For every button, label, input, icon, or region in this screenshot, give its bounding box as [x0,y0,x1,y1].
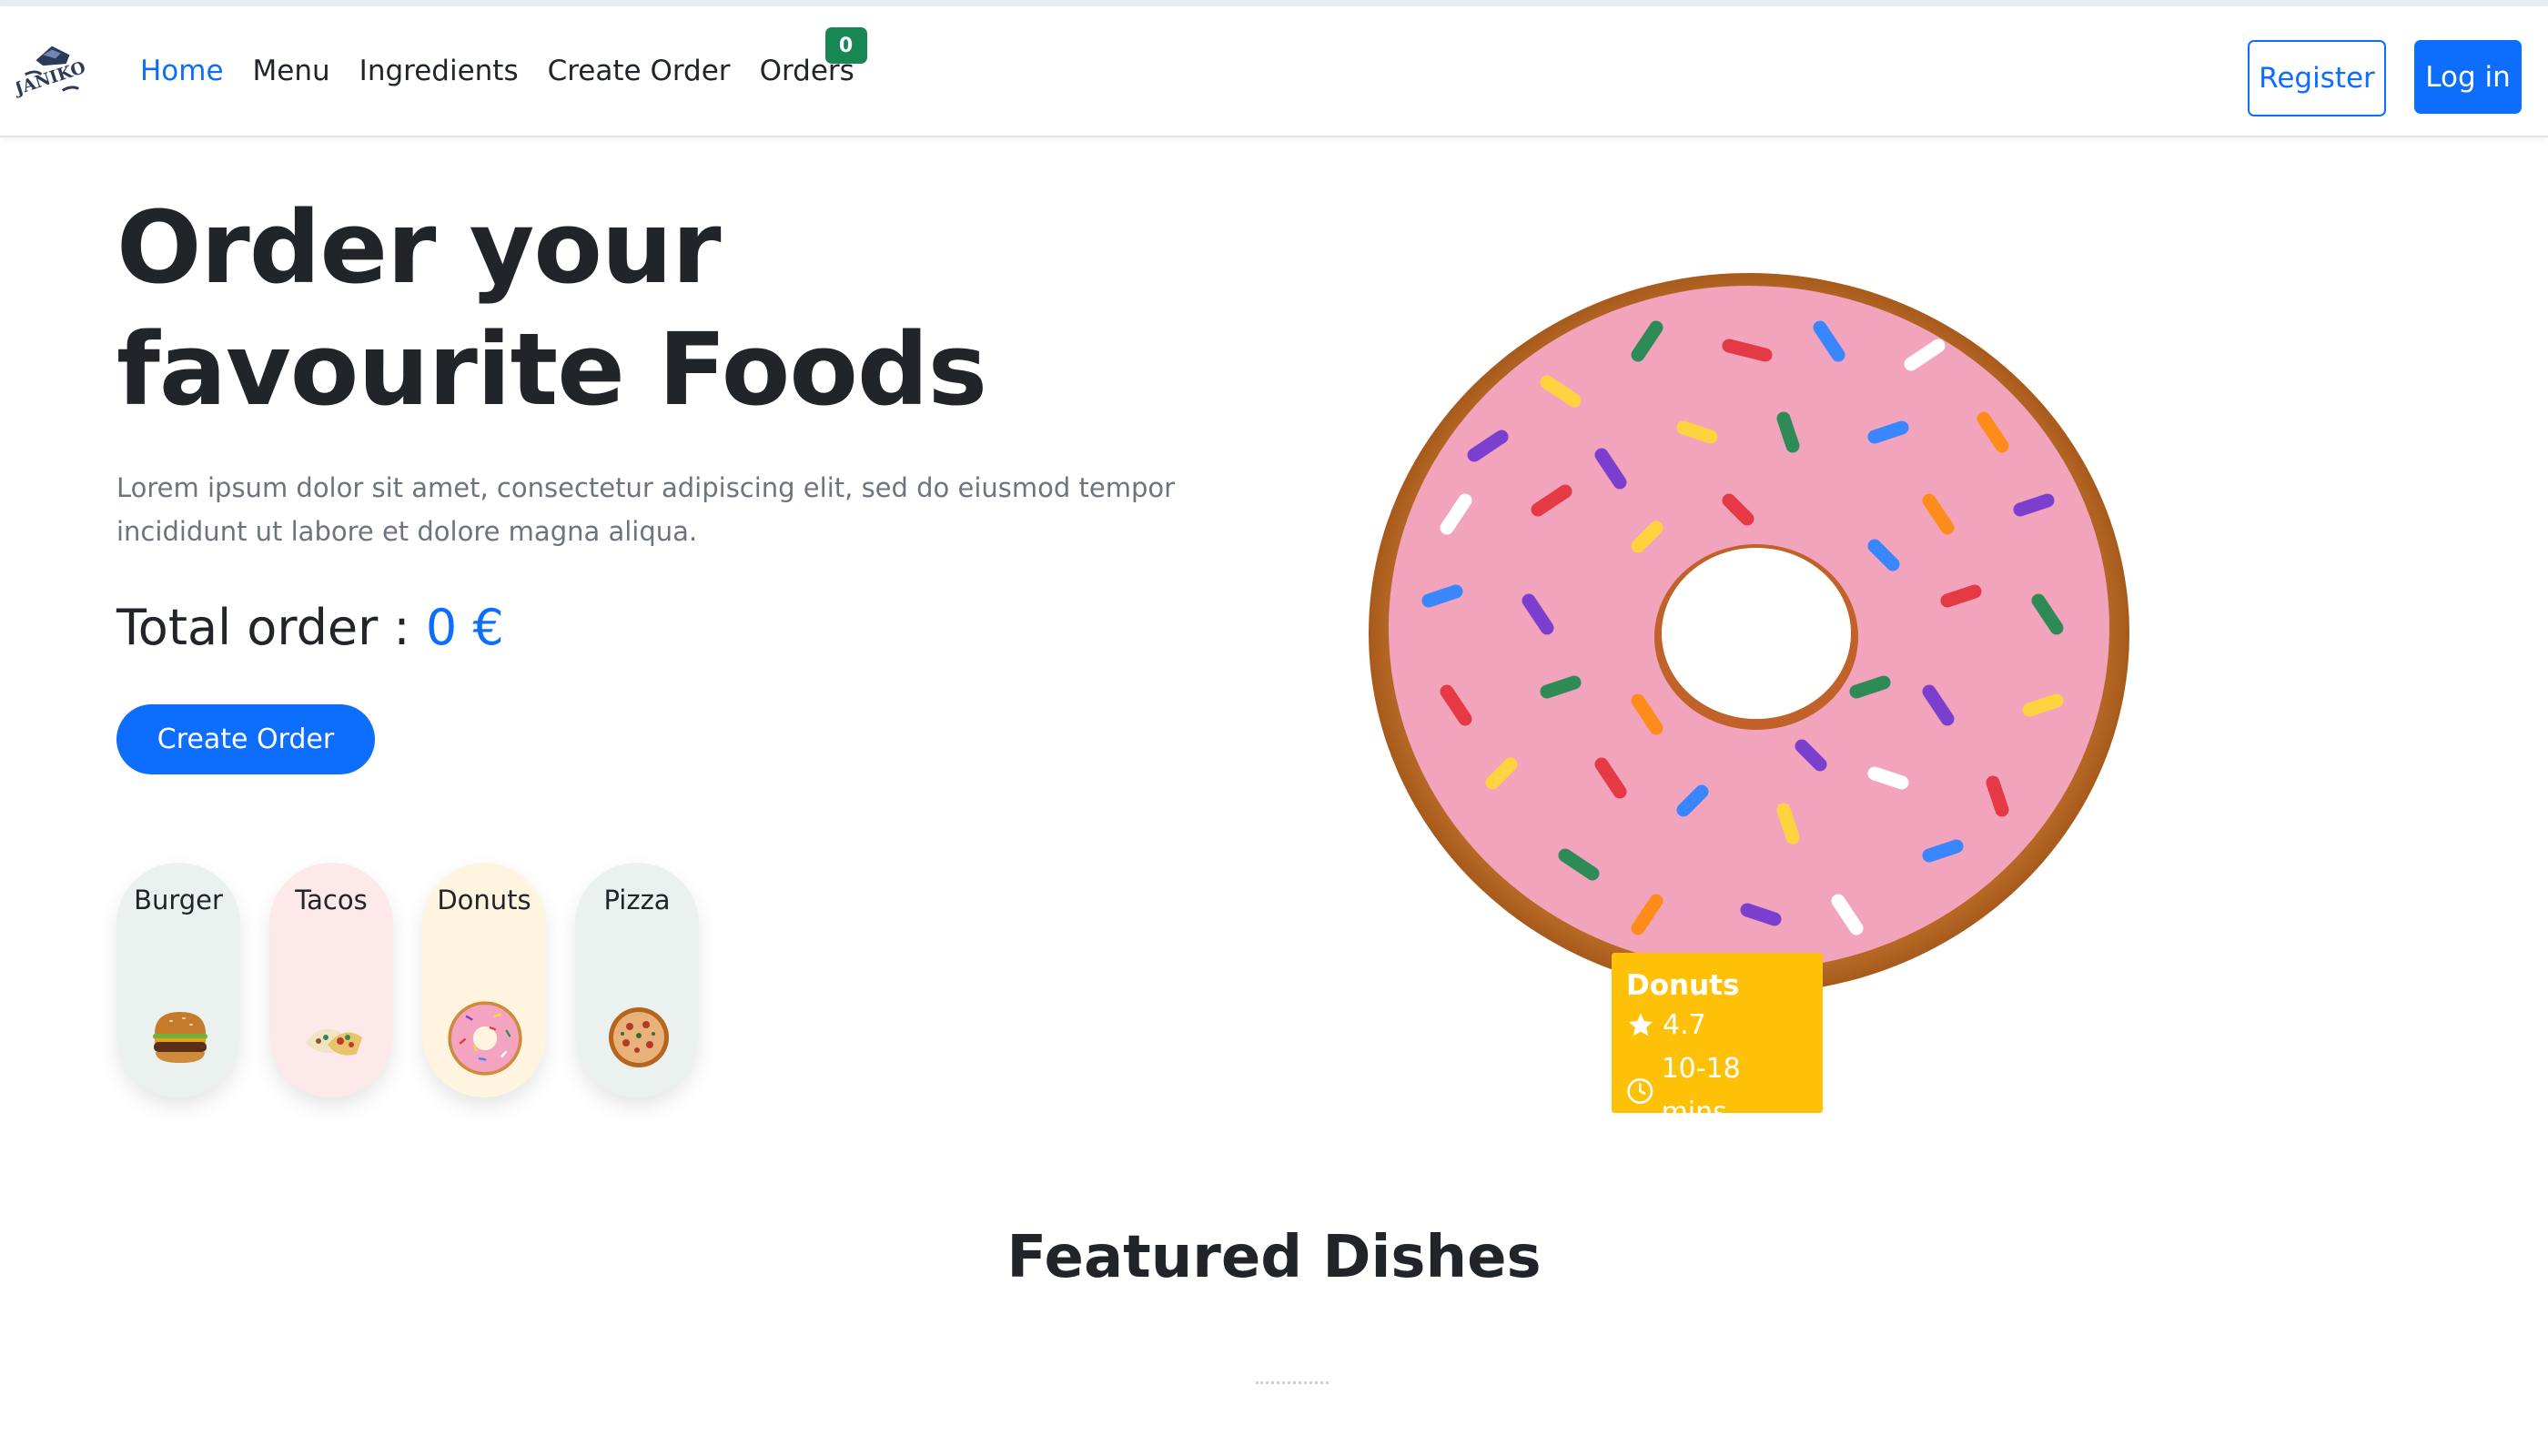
nav-link-menu[interactable]: Menu [253,55,330,87]
category-label: Burger [134,885,223,915]
hero-title: Order your favourite Foods [116,187,1208,430]
tacos-icon [306,1028,362,1056]
donut-icon [448,1001,522,1076]
total-order: Total order : 0 € [116,599,504,656]
star-icon [1628,1013,1653,1036]
nav-link-home[interactable]: Home [140,55,224,87]
clock-icon [1627,1077,1653,1105]
top-border [0,0,2548,6]
time-value: 10-18 mins [1661,1053,1741,1128]
nav-links: Home Menu Ingredients Create Order Order… [140,27,867,87]
pizza-icon [609,1007,669,1067]
category-label: Donuts [437,885,531,915]
rating-value: 4.7 [1663,1009,1706,1041]
featured-item-time: 10-18 mins [1626,1047,1808,1135]
nav-link-ingredients[interactable]: Ingredients [359,55,519,87]
hero-title-line-2: favourite Foods [116,311,987,428]
featured-dishes-heading: Featured Dishes [1006,1224,1542,1291]
register-button[interactable]: Register [2248,40,2386,116]
category-tacos[interactable]: Tacos [269,863,393,1097]
login-button[interactable]: Log in [2414,40,2522,114]
total-order-value: 0 € [425,599,504,656]
featured-item-name: Donuts [1626,969,1740,1002]
janiko-logo-icon[interactable]: JANIKO [16,34,87,105]
loading-indicator [1256,1381,1329,1385]
navbar: JANIKO Home Menu Ingredients Create Orde… [0,6,2548,137]
category-label: Pizza [603,885,671,915]
hero-title-line-1: Order your [116,189,721,306]
burger-icon [153,1012,207,1063]
hero-description: Lorem ipsum dolor sit amet, consectetur … [116,472,1176,547]
category-pizza[interactable]: Pizza [575,863,699,1097]
category-list: Burger Tacos Donuts Pizza [116,863,699,1097]
category-donuts[interactable]: Donuts [422,863,546,1097]
nav-link-create-order[interactable]: Create Order [548,55,731,87]
create-order-button[interactable]: Create Order [116,704,375,774]
category-burger[interactable]: Burger [116,863,240,1097]
orders-count-badge: 0 [824,27,867,64]
nav-orders-wrapper: Orders 0 [760,27,867,87]
category-label: Tacos [295,885,368,915]
featured-donut-image [1369,273,2129,994]
total-order-label: Total order : [116,599,410,656]
featured-item-card[interactable]: Donuts 4.7 10-18 mins [1612,953,1823,1128]
featured-item-rating: 4.7 [1626,1004,1808,1047]
